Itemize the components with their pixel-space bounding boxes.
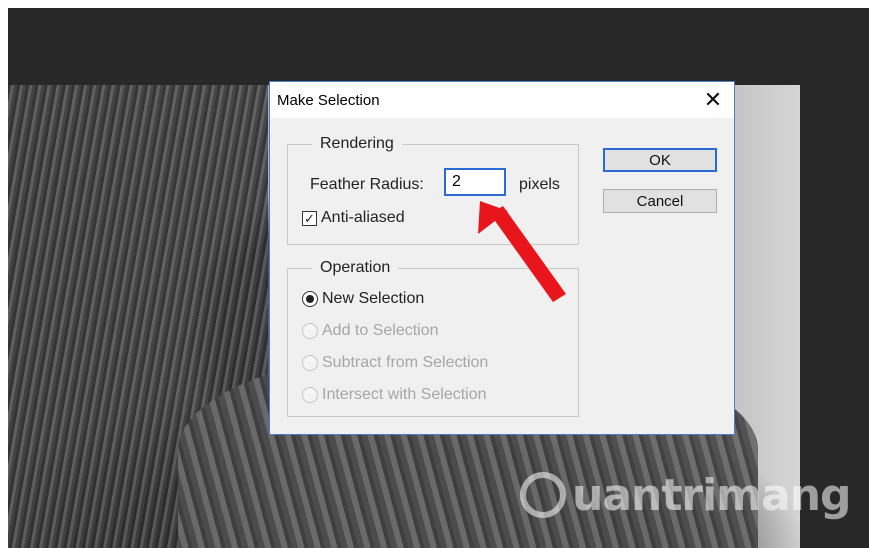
- dialog-title: Make Selection: [277, 92, 380, 109]
- radio-subtract-from-selection[interactable]: Subtract from Selection: [302, 354, 488, 372]
- radio-label: New Selection: [322, 290, 425, 307]
- cancel-button[interactable]: Cancel: [603, 189, 717, 213]
- radio-label: Intersect with Selection: [322, 386, 487, 403]
- watermark-text: uantrimang: [572, 469, 852, 521]
- radio-intersect-with-selection[interactable]: Intersect with Selection: [302, 386, 487, 404]
- dialog-titlebar[interactable]: Make Selection ✕: [270, 82, 734, 118]
- radio-button[interactable]: [302, 291, 318, 307]
- make-selection-dialog: Make Selection ✕ Rendering Feather Radiu…: [269, 81, 735, 435]
- feather-unit-label: pixels: [519, 176, 560, 193]
- anti-aliased-label: Anti-aliased: [321, 209, 405, 226]
- watermark-logo-icon: [520, 472, 566, 518]
- radio-button[interactable]: [302, 355, 318, 371]
- radio-label: Add to Selection: [322, 322, 439, 339]
- radio-label: Subtract from Selection: [322, 354, 489, 371]
- anti-aliased-option[interactable]: ✓ Anti-aliased: [302, 209, 405, 227]
- close-icon[interactable]: ✕: [698, 86, 728, 114]
- anti-aliased-checkbox[interactable]: ✓: [302, 210, 317, 226]
- feather-radius-input[interactable]: [444, 168, 506, 196]
- radio-button[interactable]: [302, 387, 318, 403]
- feather-radius-label: Feather Radius:: [310, 176, 424, 193]
- ok-button[interactable]: OK: [603, 148, 717, 172]
- radio-add-to-selection[interactable]: Add to Selection: [302, 322, 439, 340]
- radio-new-selection[interactable]: New Selection: [302, 290, 424, 308]
- radio-button[interactable]: [302, 323, 318, 339]
- rendering-legend: Rendering: [320, 135, 394, 152]
- watermark-logo: uantrimang: [520, 460, 852, 530]
- operation-legend: Operation: [320, 259, 391, 276]
